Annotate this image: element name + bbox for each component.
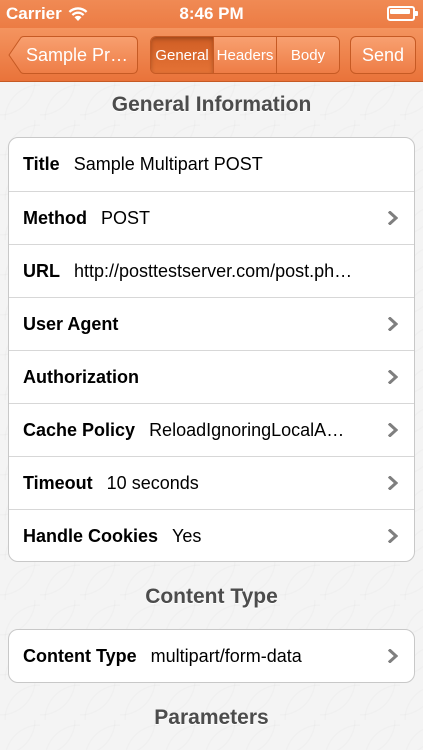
chevron-right-icon — [388, 211, 398, 225]
title-value: Sample Multipart POST — [73, 154, 263, 174]
content-type-label: Content Type — [23, 646, 137, 666]
status-bar: Carrier 8:46 PM — [0, 0, 423, 28]
chevron-right-icon — [388, 317, 398, 331]
general-information-header: General Information — [111, 93, 312, 116]
url-value: http://posttestserver.com/post.ph… — [74, 260, 353, 281]
handle-cookies-label: Handle Cookies — [23, 525, 159, 546]
content-type-header: Content Type — [145, 585, 278, 608]
cache-policy-row[interactable]: Cache Policy ReloadIgnoringLocalA… — [9, 403, 414, 456]
chevron-right-icon — [388, 423, 398, 437]
handle-cookies-row[interactable]: Handle Cookies Yes — [9, 509, 414, 561]
content-type-group: Content Type multipart/form-data — [8, 629, 415, 683]
authorization-row[interactable]: Authorization — [9, 350, 414, 403]
segment-headers[interactable]: Headers — [213, 37, 276, 73]
chevron-right-icon — [388, 529, 398, 543]
authorization-label: Authorization — [23, 366, 139, 387]
segment-general[interactable]: General — [151, 37, 213, 73]
send-button[interactable]: Send — [350, 36, 416, 74]
cache-policy-label: Cache Policy — [23, 419, 136, 440]
method-row[interactable]: Method POST — [9, 191, 414, 244]
timeout-label: Timeout — [23, 472, 93, 493]
section-segmented-control: General Headers Body — [150, 36, 340, 74]
method-label: Method — [23, 207, 87, 228]
chevron-right-icon — [388, 649, 398, 663]
navigation-bar: Sample Pr… General Headers Body Send — [0, 28, 423, 82]
url-row[interactable]: URL http://posttestserver.com/post.ph… — [9, 244, 414, 297]
handle-cookies-value: Yes — [172, 525, 202, 546]
content-type-value: multipart/form-data — [150, 646, 302, 666]
method-value: POST — [100, 207, 150, 228]
url-label: URL — [23, 260, 60, 281]
timeout-row[interactable]: Timeout 10 seconds — [9, 456, 414, 509]
title-label: Title — [23, 154, 60, 174]
parameters-header: Parameters — [154, 706, 269, 729]
battery-icon — [387, 6, 418, 21]
back-button[interactable]: Sample Pr… — [8, 36, 138, 74]
status-time: 8:46 PM — [179, 4, 244, 23]
content-type-row[interactable]: Content Type multipart/form-data — [9, 630, 414, 682]
back-button-label: Sample Pr… — [26, 45, 129, 65]
chevron-right-icon — [388, 476, 398, 490]
timeout-value: 10 seconds — [106, 472, 199, 493]
general-information-group: Title Sample Multipart POST Method POST … — [8, 137, 415, 562]
user-agent-row[interactable]: User Agent — [9, 297, 414, 350]
segment-body[interactable]: Body — [276, 37, 339, 73]
user-agent-label: User Agent — [23, 313, 119, 334]
chevron-right-icon — [388, 370, 398, 384]
title-row[interactable]: Title Sample Multipart POST — [9, 138, 414, 191]
cache-policy-value: ReloadIgnoringLocalA… — [149, 419, 345, 440]
